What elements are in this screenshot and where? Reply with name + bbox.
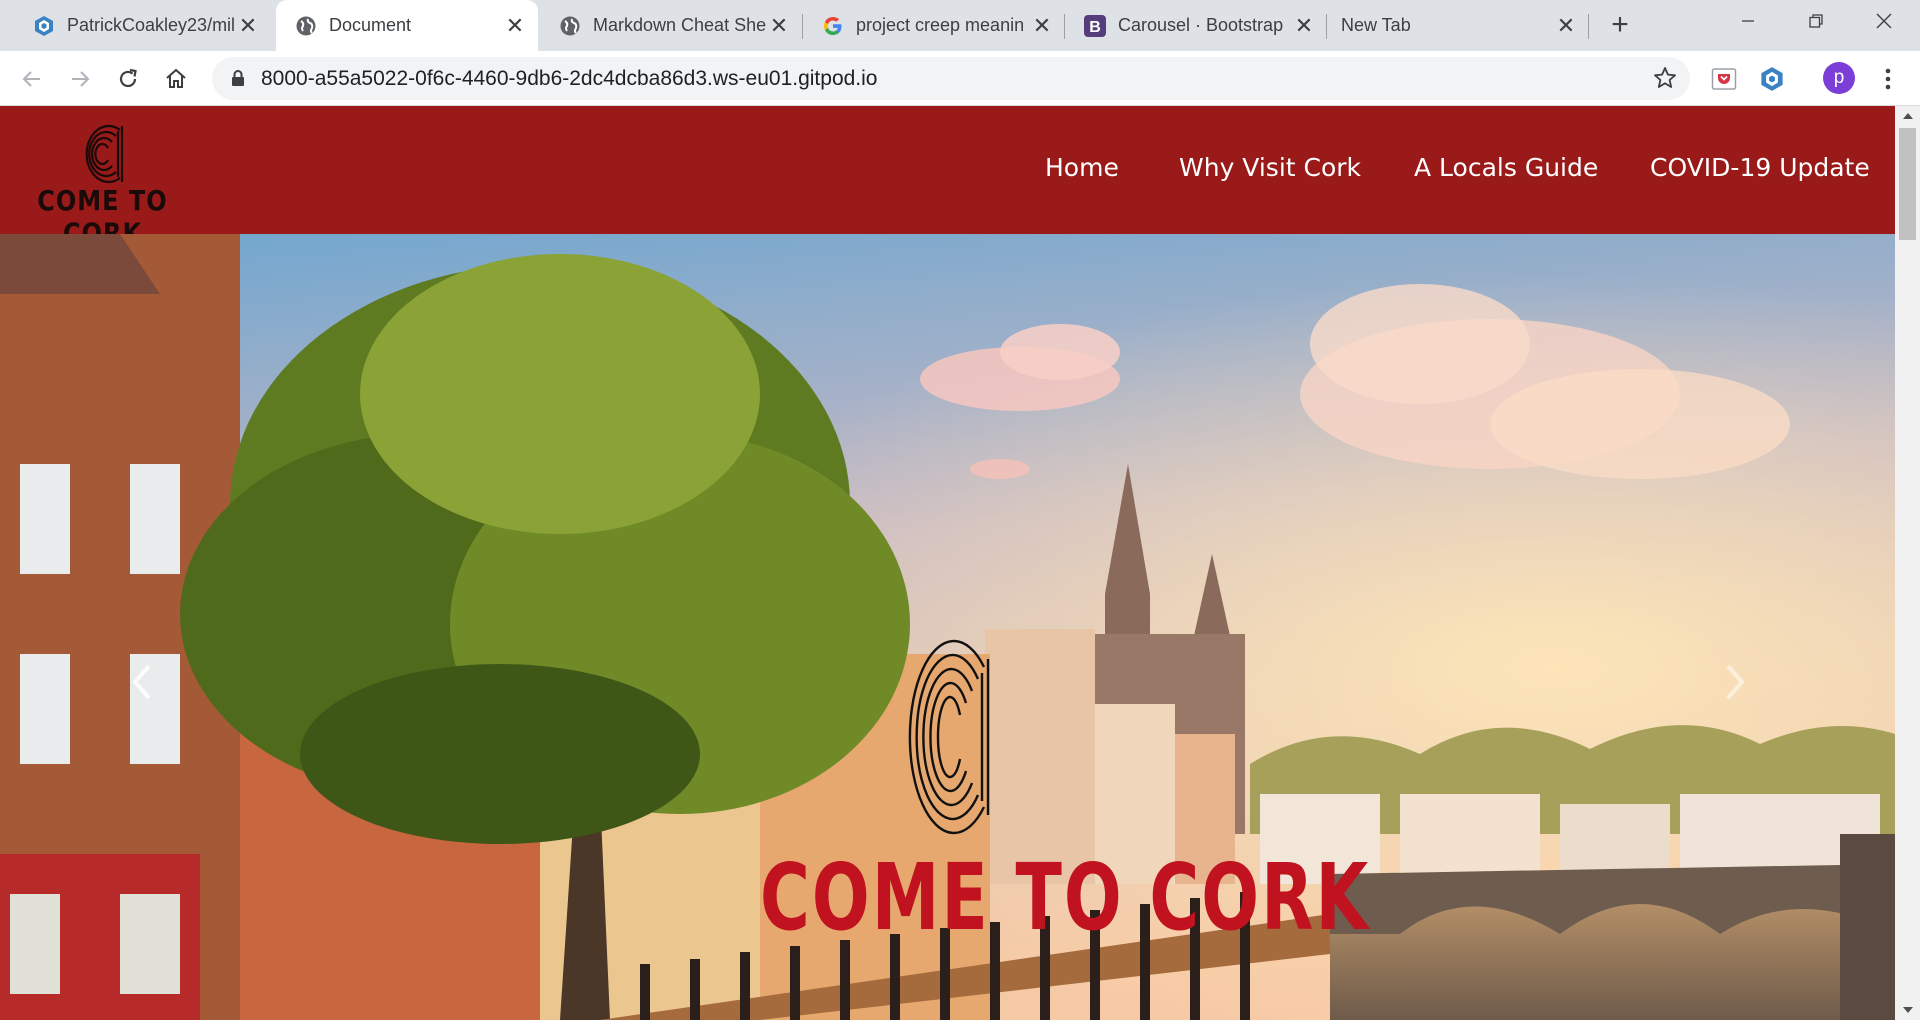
hero-title: COME TO CORK xyxy=(760,845,1371,952)
browser-toolbar: 8000-a55a5022-0f6c-4460-9db6-2dc4dcba86d… xyxy=(0,51,1920,106)
nav-home[interactable]: Home xyxy=(1045,153,1119,182)
globe-icon xyxy=(558,14,581,37)
tab-google[interactable]: project creep meanin ✕ xyxy=(803,0,1065,51)
scroll-down-arrow-icon[interactable] xyxy=(1895,1000,1920,1020)
hero-carousel: COME TO CORK xyxy=(0,234,1895,1020)
close-tab-icon[interactable]: ✕ xyxy=(1291,13,1317,39)
scroll-up-arrow-icon[interactable] xyxy=(1895,106,1920,126)
fingerprint-c-logo xyxy=(85,124,124,184)
page-scrollbar[interactable] xyxy=(1895,106,1920,1020)
gitpod-icon xyxy=(32,14,55,37)
chevron-right-icon xyxy=(1726,664,1745,700)
tab-bootstrap[interactable]: B Carousel · Bootstrap ✕ xyxy=(1065,0,1327,51)
tab-title: Markdown Cheat She xyxy=(593,15,766,35)
site-navbar: COME TO CORK Home Why Visit Cork A Local… xyxy=(0,106,1895,249)
close-tab-icon[interactable]: ✕ xyxy=(766,13,792,39)
carousel-prev-button[interactable] xyxy=(122,652,162,712)
scroll-thumb[interactable] xyxy=(1899,128,1916,240)
forward-button[interactable] xyxy=(62,61,98,97)
tab-title: Carousel · Bootstrap xyxy=(1118,15,1284,35)
reload-button[interactable] xyxy=(110,61,146,97)
nav-a-locals-guide[interactable]: A Locals Guide xyxy=(1414,153,1598,182)
url-text: 8000-a55a5022-0f6c-4460-9db6-2dc4dcba86d… xyxy=(261,67,878,90)
address-bar[interactable]: 8000-a55a5022-0f6c-4460-9db6-2dc4dcba86d… xyxy=(212,57,1690,100)
home-icon xyxy=(166,68,186,88)
minimize-button[interactable] xyxy=(1720,0,1776,42)
bookmark-star-icon[interactable] xyxy=(1652,65,1678,91)
nav-why-visit-cork[interactable]: Why Visit Cork xyxy=(1179,153,1361,182)
home-button[interactable] xyxy=(158,61,194,97)
bootstrap-icon: B xyxy=(1083,14,1106,37)
close-tab-icon[interactable]: ✕ xyxy=(235,13,261,39)
arrow-left-icon xyxy=(22,71,40,87)
lock-icon xyxy=(232,70,244,86)
tab-title: PatrickCoakley23/mil xyxy=(67,15,235,35)
chevron-left-icon xyxy=(132,664,151,700)
tab-github[interactable]: PatrickCoakley23/mil ✕ xyxy=(14,0,271,51)
reload-icon xyxy=(119,68,137,88)
pocket-extension-icon[interactable] xyxy=(1710,65,1738,93)
carousel-next-button[interactable] xyxy=(1715,652,1755,712)
tab-document[interactable]: Document ✕ xyxy=(276,0,538,51)
arrow-right-icon xyxy=(72,71,90,87)
google-icon xyxy=(821,14,844,37)
gitpod-extension-icon[interactable] xyxy=(1758,65,1786,93)
back-button[interactable] xyxy=(14,61,50,97)
menu-kebab-icon[interactable] xyxy=(1874,65,1902,93)
tab-markdown[interactable]: Markdown Cheat She ✕ xyxy=(540,0,802,51)
tab-separator xyxy=(1588,14,1589,39)
new-tab-button[interactable]: + xyxy=(1604,8,1636,41)
restore-button[interactable] xyxy=(1788,0,1844,42)
profile-avatar[interactable]: p xyxy=(1823,62,1855,94)
close-tab-icon[interactable]: ✕ xyxy=(1553,13,1579,39)
tab-title: New Tab xyxy=(1341,15,1411,35)
close-window-button[interactable] xyxy=(1856,0,1912,42)
close-tab-icon[interactable]: ✕ xyxy=(502,13,528,39)
tab-title: Document xyxy=(329,15,412,35)
nav-covid-19-update[interactable]: COVID-19 Update xyxy=(1650,153,1870,182)
browser-tab-strip: PatrickCoakley23/mil ✕ Document ✕ Markdo… xyxy=(0,0,1920,51)
close-tab-icon[interactable]: ✕ xyxy=(1029,13,1055,39)
hero-fingerprint-c-logo xyxy=(908,639,990,835)
tab-new-tab[interactable]: New Tab ✕ xyxy=(1327,0,1589,51)
svg-text:B: B xyxy=(1089,19,1101,36)
tab-title: project creep meanin xyxy=(856,15,1025,35)
globe-icon xyxy=(294,14,317,37)
brand-logo[interactable]: COME TO CORK xyxy=(30,121,175,249)
page-viewport: COME TO CORK Home Why Visit Cork A Local… xyxy=(0,106,1920,1020)
